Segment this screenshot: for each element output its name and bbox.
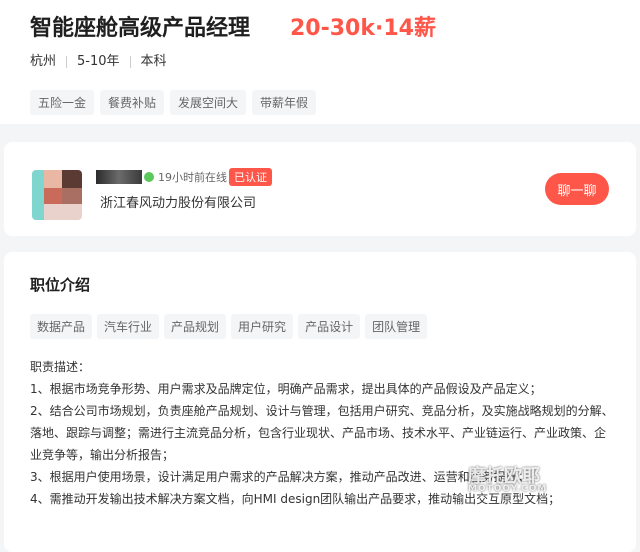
description-line: 2、结合公司市场规划，负责座舱产品规划、设计与管理，包括用户研究、竞品分析，及实… bbox=[30, 404, 614, 462]
watermark-logo: 摩托欧耶 MOTOOY.COM bbox=[468, 462, 547, 494]
divider bbox=[66, 55, 68, 68]
skill-tag: 产品规划 bbox=[164, 314, 227, 339]
recruiter-card: 19小时前在线 已认证 浙江春风动力股份有限公司 聊一聊 bbox=[4, 142, 636, 236]
job-header-card: 智能座舱高级产品经理 20-30k·14薪 杭州 5-10年 本科 五险一金 餐费补贴… bbox=[0, 0, 640, 124]
benefit-tag: 餐费补贴 bbox=[100, 90, 165, 115]
skill-tags: 数据产品 汽车行业 产品规划 用户研究 产品设计 团队管理 bbox=[30, 314, 432, 339]
avatar[interactable] bbox=[32, 170, 82, 220]
online-status-icon bbox=[144, 172, 154, 182]
benefit-tags: 五险一金 餐费补贴 发展空间大 带薪年假 bbox=[30, 90, 322, 115]
benefit-tag: 发展空间大 bbox=[170, 90, 247, 115]
description-line: 职责描述： bbox=[30, 360, 91, 374]
experience-text: 5-10年 bbox=[77, 54, 120, 69]
divider bbox=[129, 55, 131, 68]
benefit-tag: 带薪年假 bbox=[252, 90, 317, 115]
skill-tag: 团队管理 bbox=[365, 314, 428, 339]
skill-tag: 汽车行业 bbox=[97, 314, 160, 339]
job-meta: 杭州 5-10年 本科 bbox=[30, 50, 167, 69]
watermark-subtext: MOTOOY.COM bbox=[468, 484, 548, 494]
benefit-tag: 五险一金 bbox=[30, 90, 95, 115]
description-line: 1、根据市场竞争形势、用户需求及品牌定位，明确产品需求，提出具体的产品假设及产品… bbox=[30, 382, 542, 396]
job-description-card: 职位介绍 数据产品 汽车行业 产品规划 用户研究 产品设计 团队管理 职责描述： 1、根据… bbox=[4, 252, 636, 552]
location-text: 杭州 bbox=[30, 54, 57, 69]
education-text: 本科 bbox=[140, 54, 167, 69]
section-title: 职位介绍 bbox=[30, 276, 91, 294]
job-title: 智能座舱高级产品经理 bbox=[30, 16, 251, 41]
online-status: 19小时前在线 bbox=[158, 171, 227, 184]
salary-text: 20-30k·14薪 bbox=[290, 16, 436, 41]
recruiter-name-masked bbox=[96, 170, 142, 184]
company-name[interactable]: 浙江春风动力股份有限公司 bbox=[100, 192, 256, 211]
skill-tag: 产品设计 bbox=[298, 314, 361, 339]
verified-badge: 已认证 bbox=[229, 168, 272, 186]
skill-tag: 用户研究 bbox=[231, 314, 294, 339]
skill-tag: 数据产品 bbox=[30, 314, 93, 339]
chat-button[interactable]: 聊一聊 bbox=[545, 173, 609, 205]
